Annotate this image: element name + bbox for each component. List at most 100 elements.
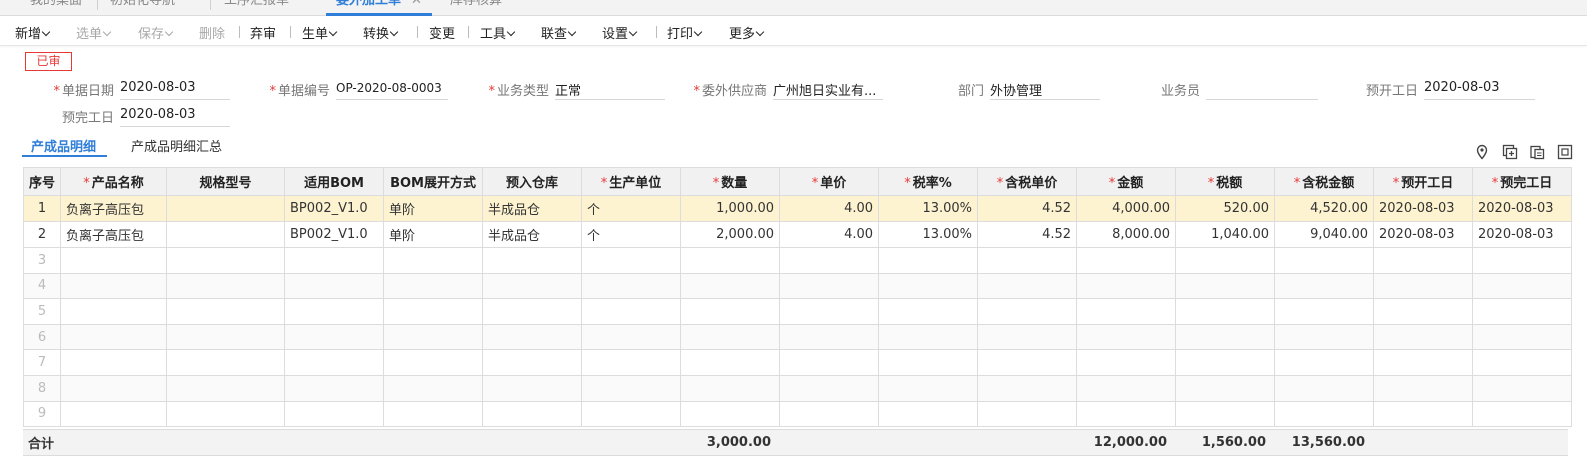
table-cell[interactable]: [1373, 349, 1474, 376]
table-cell[interactable]: [878, 400, 979, 428]
more-button[interactable]: 更多: [729, 23, 765, 42]
table-cell[interactable]: [581, 349, 682, 376]
table-cell[interactable]: [60, 400, 168, 428]
table-cell[interactable]: [1472, 400, 1573, 428]
table-cell[interactable]: 4.52: [977, 195, 1078, 222]
table-cell[interactable]: 13.00%: [878, 221, 979, 248]
table-cell[interactable]: 520.00: [1175, 195, 1276, 222]
table-cell[interactable]: [166, 195, 286, 222]
table-cell[interactable]: 4,000.00: [1076, 195, 1177, 222]
tab-process-report[interactable]: 工序汇报单: [224, 0, 289, 16]
table-cell[interactable]: [60, 298, 168, 325]
table-cell[interactable]: 半成品仓: [482, 195, 583, 222]
table-cell[interactable]: [1472, 298, 1573, 325]
table-cell[interactable]: [680, 247, 781, 274]
table-cell[interactable]: [1175, 323, 1276, 351]
table-cell[interactable]: [581, 272, 682, 300]
copy-icon[interactable]: [1529, 144, 1545, 160]
delete-button[interactable]: 删除: [199, 23, 225, 42]
plan-finish-input[interactable]: 2020-08-03: [120, 105, 230, 127]
table-cell[interactable]: [383, 323, 484, 351]
table-cell[interactable]: [284, 400, 385, 428]
table-cell[interactable]: [977, 247, 1078, 274]
table-cell[interactable]: [1274, 323, 1375, 351]
table-cell[interactable]: [1076, 272, 1177, 300]
table-cell[interactable]: [1472, 323, 1573, 351]
biz-type-select[interactable]: 正常: [555, 78, 665, 100]
table-cell[interactable]: [60, 272, 168, 300]
tab-outsource-order[interactable]: 委外加工单 ✕: [326, 0, 432, 16]
table-cell[interactable]: 4.52: [977, 221, 1078, 248]
table-cell[interactable]: [1373, 400, 1474, 428]
supplier-input[interactable]: 广州旭日实业有...: [773, 78, 883, 100]
table-cell[interactable]: [779, 323, 880, 351]
expand-icon[interactable]: [1557, 144, 1573, 160]
table-cell[interactable]: [383, 272, 484, 300]
table-cell[interactable]: [284, 247, 385, 274]
table-cell[interactable]: [1175, 272, 1276, 300]
table-cell[interactable]: [1175, 247, 1276, 274]
table-cell[interactable]: [1274, 272, 1375, 300]
table-cell[interactable]: [1076, 323, 1177, 351]
table-cell[interactable]: [680, 298, 781, 325]
table-cell[interactable]: [1274, 374, 1375, 402]
table-cell[interactable]: [1373, 298, 1474, 325]
table-cell[interactable]: [166, 349, 286, 376]
table-cell[interactable]: [1472, 272, 1573, 300]
table-row[interactable]: 8: [22, 374, 1573, 402]
table-cell[interactable]: 半成品仓: [482, 221, 583, 248]
tab-product-summary[interactable]: 产成品明细汇总: [131, 136, 222, 155]
table-cell[interactable]: [166, 400, 286, 428]
table-cell[interactable]: 单阶: [383, 195, 484, 222]
table-row[interactable]: 1 负离子高压包 BP002_V1.0 单阶 半成品仓个 1,000.00 4.00 13.0…: [22, 195, 1573, 222]
column-header[interactable]: BOM展开方式: [383, 167, 484, 196]
table-cell[interactable]: 1,040.00: [1175, 221, 1276, 248]
unapprove-button[interactable]: 弃审: [250, 23, 276, 42]
column-header[interactable]: 序号: [22, 167, 62, 196]
column-header[interactable]: * 单价: [779, 167, 880, 196]
add-row-icon[interactable]: [1502, 144, 1518, 160]
column-header[interactable]: * 税额: [1175, 167, 1276, 196]
table-cell[interactable]: [284, 323, 385, 351]
convert-button[interactable]: 转换: [363, 23, 399, 42]
tools-button[interactable]: 工具: [480, 23, 516, 42]
table-cell[interactable]: [1373, 247, 1474, 274]
location-pin-icon[interactable]: [1474, 144, 1490, 160]
table-cell[interactable]: [977, 400, 1078, 428]
generate-button[interactable]: 生单: [302, 23, 338, 42]
close-icon[interactable]: ✕: [411, 0, 422, 8]
tab-product-detail[interactable]: 产成品明细: [31, 136, 96, 155]
table-cell[interactable]: [1175, 298, 1276, 325]
table-cell[interactable]: [680, 272, 781, 300]
table-cell[interactable]: 单阶: [383, 221, 484, 248]
table-cell[interactable]: [581, 247, 682, 274]
table-cell[interactable]: 负离子高压包: [60, 221, 168, 248]
table-cell[interactable]: [878, 374, 979, 402]
table-cell[interactable]: [284, 298, 385, 325]
table-cell[interactable]: [383, 247, 484, 274]
table-cell[interactable]: [383, 374, 484, 402]
doc-no-input[interactable]: OP-2020-08-0003: [336, 78, 448, 100]
table-cell[interactable]: [284, 349, 385, 376]
table-cell[interactable]: [383, 298, 484, 325]
table-cell[interactable]: [482, 298, 583, 325]
table-cell[interactable]: [1472, 247, 1573, 274]
table-cell[interactable]: 9,040.00: [1274, 221, 1375, 248]
table-cell[interactable]: [878, 298, 979, 325]
table-cell[interactable]: [482, 400, 583, 428]
table-cell[interactable]: [60, 323, 168, 351]
table-cell[interactable]: [779, 400, 880, 428]
print-button[interactable]: 打印: [667, 23, 703, 42]
table-cell[interactable]: BP002_V1.0: [284, 195, 385, 222]
column-header[interactable]: * 金额: [1076, 167, 1177, 196]
table-cell[interactable]: [1175, 400, 1276, 428]
table-cell[interactable]: 2020-08-03: [1373, 195, 1474, 222]
table-cell[interactable]: 个: [581, 195, 682, 222]
table-cell[interactable]: [977, 374, 1078, 402]
change-button[interactable]: 变更: [429, 23, 455, 42]
table-cell[interactable]: [166, 247, 286, 274]
table-cell[interactable]: 13.00%: [878, 195, 979, 222]
table-cell[interactable]: [1076, 247, 1177, 274]
table-cell[interactable]: [779, 298, 880, 325]
table-cell[interactable]: [779, 272, 880, 300]
